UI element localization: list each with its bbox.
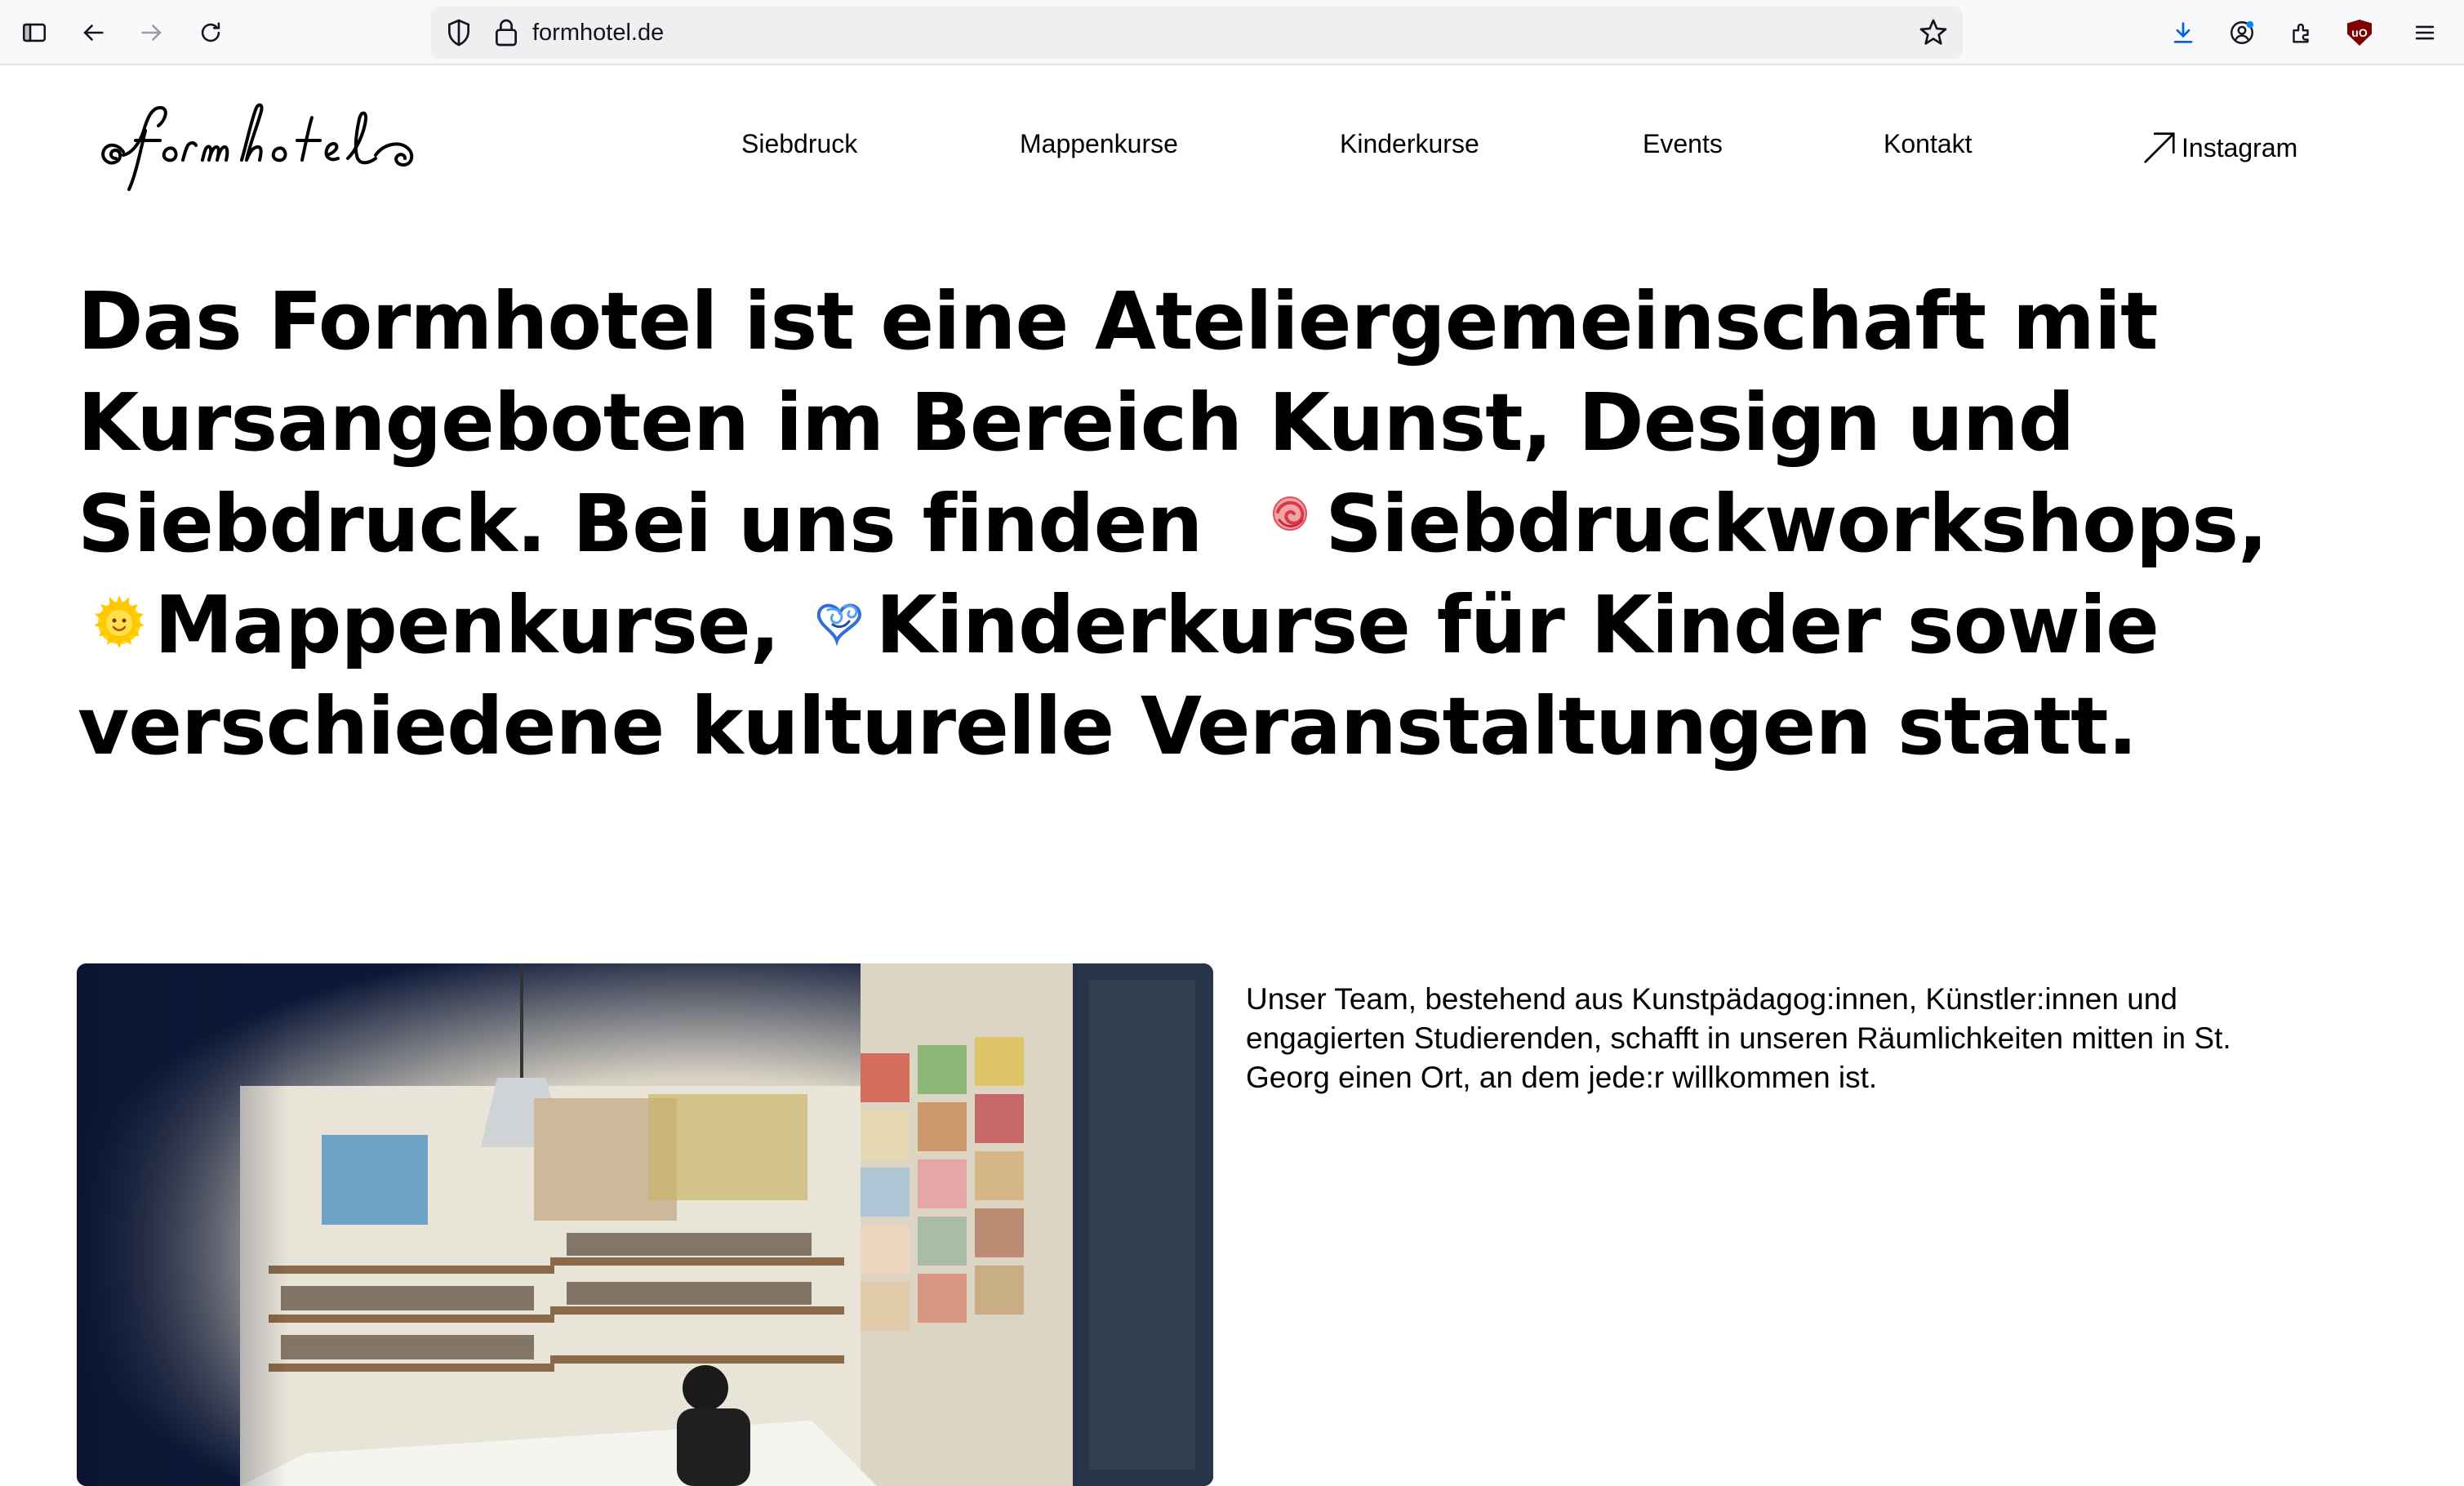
blue-scribble-heart-icon [817, 603, 862, 647]
extensions-icon[interactable] [2281, 13, 2320, 52]
nav-item-events[interactable]: Events [1643, 127, 1723, 160]
shield-icon[interactable] [443, 16, 475, 49]
nav-item-kinderkurse[interactable]: Kinderkurse [1340, 127, 1479, 160]
formhotel-logo[interactable]: formhotel [88, 90, 586, 196]
ublock-badge: uO [2347, 20, 2372, 46]
browser-toolbar: formhotel.de uO [0, 0, 2464, 65]
intro-paragraph: Unser Team, bestehend aus Kunstpädagog:i… [1246, 982, 2231, 1094]
url-text[interactable]: formhotel.de [532, 7, 664, 59]
nav-item-siebdruck[interactable]: Siebdruck [741, 127, 857, 160]
nav-item-mappenkurse[interactable]: Mappenkurse [1020, 127, 1178, 160]
arrow-up-right-icon [2144, 132, 2175, 163]
nav-item-kontakt[interactable]: Kontakt [1884, 127, 1973, 160]
yellow-sun-icon [94, 595, 145, 648]
atelier-photo [77, 963, 1213, 1486]
instagram-link[interactable]: Instagram [2141, 129, 2297, 167]
sidebar-icon[interactable] [15, 13, 54, 52]
account-icon[interactable] [2222, 13, 2262, 52]
lock-icon[interactable] [490, 16, 523, 49]
hero-text-part2: Siebdruckworkshops, [1325, 478, 2268, 570]
ublock-icon[interactable]: uO [2340, 13, 2379, 52]
hero-heading: Das Formhotel ist eine Ateliergemeinscha… [78, 271, 2429, 777]
reload-icon[interactable] [191, 13, 230, 52]
forward-arrow-icon[interactable] [132, 13, 171, 52]
download-icon[interactable] [2164, 13, 2203, 52]
menu-icon[interactable] [2405, 13, 2444, 52]
instagram-label: Instagram [2182, 133, 2298, 162]
red-flower-icon [1273, 496, 1308, 531]
hero-text-part3: Mappenkurse, [154, 579, 780, 671]
back-arrow-icon[interactable] [73, 13, 113, 52]
address-bar[interactable]: formhotel.de [431, 7, 1963, 59]
star-icon[interactable] [1917, 16, 1950, 49]
